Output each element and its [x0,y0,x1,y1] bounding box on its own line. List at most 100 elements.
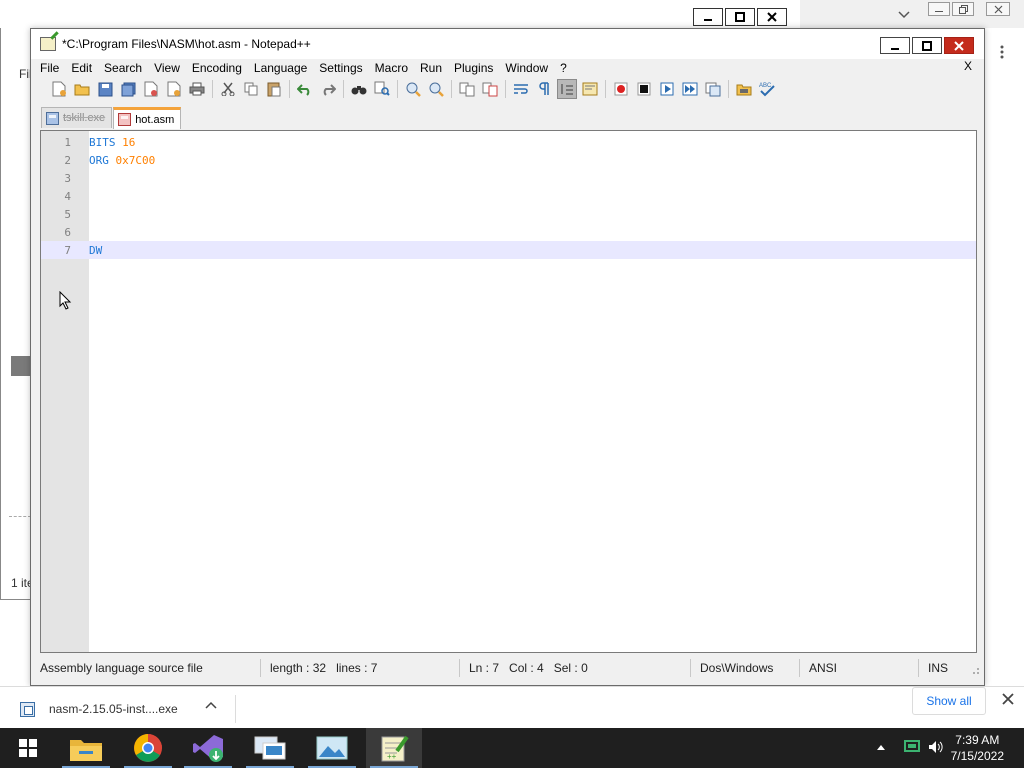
zoom-out-button[interactable] [426,79,446,99]
status-insert-mode[interactable]: INS [919,659,959,677]
taskbar-image-viewer[interactable] [304,728,360,768]
maximize-button[interactable] [912,37,942,54]
find-button[interactable] [349,79,369,99]
volume-icon[interactable] [928,740,944,754]
notepad-plus-plus-icon: ++ [381,735,409,762]
taskbar-visual-studio[interactable] [180,728,236,768]
menu-macro[interactable]: Macro [375,61,408,75]
sync-vertical-button[interactable] [457,79,477,99]
undo-button[interactable] [295,79,315,99]
browser-minimize-button[interactable] [928,2,950,16]
chevron-down-icon[interactable] [898,11,910,19]
svg-text:++: ++ [387,752,397,761]
clock[interactable]: 7:39 AM 7/15/2022 [951,732,1004,764]
editor-area[interactable]: 1 BITS 16 2 ORG 0x7C00 3 4 5 6 7 DW [40,130,977,653]
bg-maximize-button[interactable] [725,8,755,26]
paste-button[interactable] [264,79,284,99]
browser-close-button[interactable] [986,2,1010,16]
show-all-chars-button[interactable] [534,79,554,99]
save-all-button[interactable] [118,79,138,99]
taskbar-notepad-plus-plus[interactable]: ++ [366,728,422,768]
indent-guide-button[interactable] [557,79,577,99]
status-encoding[interactable]: ANSI [800,659,919,677]
menu-edit[interactable]: Edit [71,61,92,75]
menu-help[interactable]: ? [560,61,567,75]
menu-view[interactable]: View [154,61,180,75]
replace-button[interactable] [372,79,392,99]
tab-label: hot.asm [135,113,175,126]
line-number: 1 [64,136,71,149]
new-file-button[interactable] [49,79,69,99]
minimize-button[interactable] [880,37,910,54]
code-line[interactable]: 5 [41,205,976,223]
close-icon[interactable] [1002,693,1014,705]
menu-language[interactable]: Language [254,61,307,75]
resize-grip-icon[interactable] [970,665,980,675]
taskbar-remote-desktop[interactable] [242,728,298,768]
save-button[interactable] [95,79,115,99]
menu-bar: File Edit Search View Encoding Language … [31,59,984,77]
fast-forward-icon [682,82,698,96]
browser-restore-button[interactable] [952,2,974,16]
code-line[interactable]: 4 [41,187,976,205]
save-macro-button[interactable] [703,79,723,99]
close-document-button[interactable]: X [964,59,972,73]
close-file-button[interactable] [141,79,161,99]
clock-time: 7:39 AM [955,733,1000,747]
code-line[interactable]: 7 DW [41,241,976,259]
line-number: 2 [64,154,71,167]
indent-guide-icon [561,84,573,95]
tab-tskill-exe[interactable]: tskill.exe [41,107,113,128]
status-eol[interactable]: Dos\Windows [691,659,800,677]
redo-button[interactable] [318,79,338,99]
record-macro-button[interactable] [611,79,631,99]
chevron-up-icon[interactable] [876,743,886,751]
menu-search[interactable]: Search [104,61,142,75]
doc-map-button[interactable] [580,79,600,99]
play-macro-button[interactable] [657,79,677,99]
stop-record-button[interactable] [634,79,654,99]
cut-button[interactable] [218,79,238,99]
folder-workspace-button[interactable] [734,79,754,99]
tab-hot-asm[interactable]: hot.asm [113,107,182,129]
show-all-button[interactable]: Show all [912,687,986,715]
network-icon[interactable] [904,740,920,754]
close-all-button[interactable] [164,79,184,99]
close-button[interactable] [944,37,974,54]
sync-vertical-icon [459,82,475,97]
menu-run[interactable]: Run [420,61,442,75]
bg-minimize-button[interactable] [693,8,723,26]
close-all-icon [167,81,181,97]
code-line[interactable]: 3 [41,169,976,187]
spell-check-button[interactable]: ABC [757,79,777,99]
word-wrap-button[interactable] [511,79,531,99]
zoom-in-icon [406,82,421,97]
menu-window[interactable]: Window [505,61,548,75]
start-button[interactable] [0,728,56,768]
taskbar-chrome[interactable] [120,728,176,768]
chevron-up-icon[interactable] [205,701,217,709]
menu-settings[interactable]: Settings [319,61,362,75]
code-line[interactable]: 1 BITS 16 [41,133,976,151]
more-options-icon[interactable] [1000,45,1004,59]
copy-button[interactable] [241,79,261,99]
zoom-in-button[interactable] [403,79,423,99]
taskbar-file-explorer[interactable] [58,728,114,768]
close-icon [954,40,964,51]
window-titlebar[interactable]: *C:\Program Files\NASM\hot.asm - Notepad… [31,29,984,59]
bg-close-button[interactable] [757,8,787,26]
menu-encoding[interactable]: Encoding [192,61,242,75]
download-item[interactable]: nasm-2.15.05-inst....exe [12,695,236,723]
sync-horizontal-button[interactable] [480,79,500,99]
menu-plugins[interactable]: Plugins [454,61,493,75]
number-token: 0x7C00 [115,154,156,167]
open-file-button[interactable] [72,79,92,99]
word-wrap-icon [514,84,528,94]
run-macro-multiple-button[interactable] [680,79,700,99]
code-line[interactable]: 2 ORG 0x7C00 [41,151,976,169]
code-line[interactable]: 6 [41,223,976,241]
new-file-icon [52,81,66,97]
menu-file[interactable]: File [40,61,59,75]
system-tray [876,740,944,754]
print-button[interactable] [187,79,207,99]
